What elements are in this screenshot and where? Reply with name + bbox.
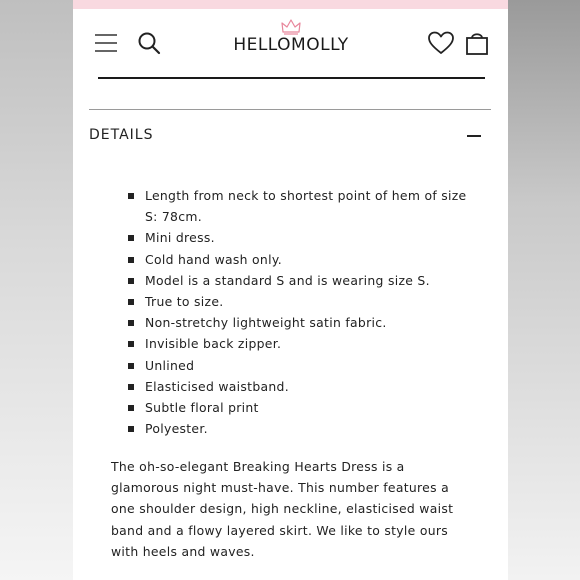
search-icon[interactable] xyxy=(137,31,161,55)
header-divider xyxy=(98,77,485,79)
list-item: Invisible back zipper. xyxy=(128,333,478,354)
section-divider xyxy=(89,109,491,110)
minus-icon[interactable] xyxy=(467,135,481,137)
list-item: Subtle floral print xyxy=(128,397,478,418)
list-item: Cold hand wash only. xyxy=(128,249,478,270)
list-item: Non-stretchy lightweight satin fabric. xyxy=(128,312,478,333)
list-item: Mini dress. xyxy=(128,227,478,248)
list-item: Elasticised waistband. xyxy=(128,376,478,397)
site-header: HELLOMOLLY xyxy=(73,9,508,77)
details-heading[interactable]: DETAILS xyxy=(89,127,153,143)
heart-icon[interactable] xyxy=(428,31,454,55)
hamburger-menu-icon[interactable] xyxy=(95,33,117,53)
shopping-bag-icon[interactable] xyxy=(465,30,489,56)
crown-icon xyxy=(281,19,301,35)
list-item: Unlined xyxy=(128,355,478,376)
details-bullet-list: Length from neck to shortest point of he… xyxy=(128,185,478,439)
promo-strip xyxy=(73,0,508,9)
list-item: Length from neck to shortest point of he… xyxy=(128,185,478,227)
logo-wordmark: HELLOMOLLY xyxy=(233,35,349,55)
hellomolly-logo[interactable]: HELLOMOLLY xyxy=(221,19,361,69)
list-item: Model is a standard S and is wearing siz… xyxy=(128,270,478,291)
mobile-page: HELLOMOLLY DETAILS Length from neck to s… xyxy=(73,0,508,580)
background-left xyxy=(0,0,73,580)
background-right xyxy=(508,0,580,580)
list-item: True to size. xyxy=(128,291,478,312)
list-item: Polyester. xyxy=(128,418,478,439)
product-description: The oh-so-elegant Breaking Hearts Dress … xyxy=(111,459,454,559)
